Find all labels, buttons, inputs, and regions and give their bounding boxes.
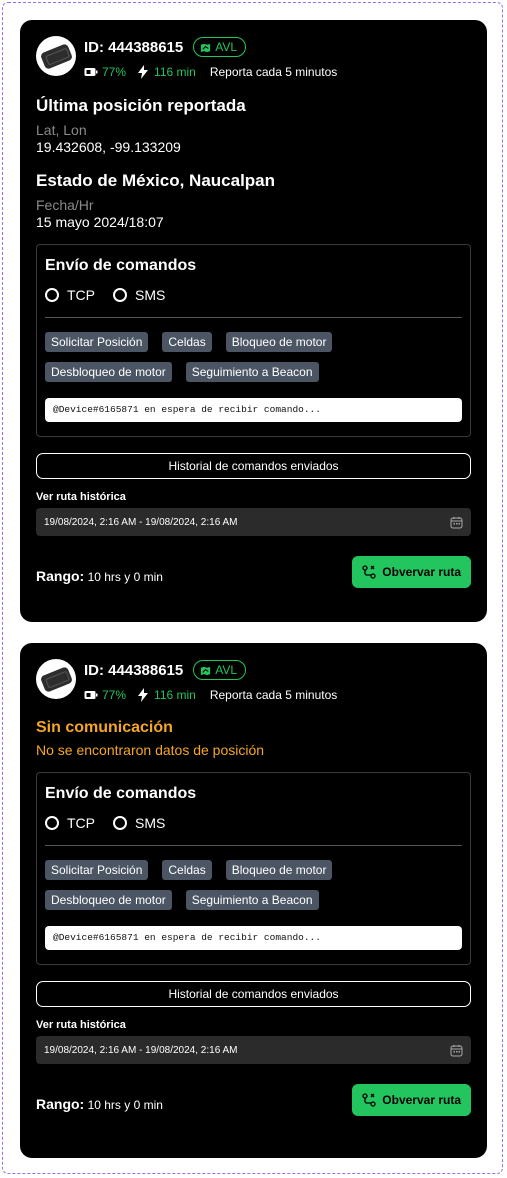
radio-sms[interactable]: SMS: [113, 287, 165, 303]
command-status: @Device#6165871 en espera de recibir com…: [45, 926, 462, 950]
duration: 116 min: [154, 65, 196, 79]
command-chips: Solicitar Posición Celdas Bloqueo de mot…: [45, 860, 462, 910]
chip-desbloqueo-motor[interactable]: Desbloqueo de motor: [45, 890, 172, 910]
commands-panel: Envío de comandos TCP SMS Solicitar Posi…: [36, 772, 471, 965]
route-label: Ver ruta histórica: [36, 491, 126, 503]
datetime-label: Fecha/Hr: [36, 197, 94, 213]
command-status: @Device#6165871 en espera de recibir com…: [45, 398, 462, 422]
chip-seguimiento-beacon[interactable]: Seguimiento a Beacon: [185, 362, 319, 382]
route-icon: [362, 1093, 376, 1107]
commands-title: Envío de comandos: [45, 785, 197, 802]
date-range-input[interactable]: 19/08/2024, 2:16 AM - 19/08/2024, 2:16 A…: [36, 508, 471, 536]
chip-bloqueo-motor[interactable]: Bloqueo de motor: [225, 860, 333, 880]
battery-icon: [84, 691, 98, 699]
latlon-value: 19.432608, -99.133209: [36, 139, 181, 155]
no-communication-title: Sin comunicación: [36, 719, 173, 736]
map-icon: [201, 666, 211, 675]
date-range-input[interactable]: 19/08/2024, 2:16 AM - 19/08/2024, 2:16 A…: [36, 1036, 471, 1064]
report-interval: Reporta cada 5 minutos: [209, 688, 338, 702]
route-icon: [362, 565, 376, 579]
commands-panel: Envío de comandos TCP SMS Solicitar Posi…: [36, 244, 471, 437]
datetime-value: 15 mayo 2024/18:07: [36, 214, 164, 230]
position-title: Última posición reportada: [36, 96, 246, 115]
device-avatar: [36, 659, 76, 699]
device-header: ID: 444388615 AVL 77% 116 min Reporta ca…: [36, 659, 471, 705]
chip-desbloqueo-motor[interactable]: Desbloqueo de motor: [45, 362, 172, 382]
chip-celdas[interactable]: Celdas: [162, 332, 212, 352]
battery-icon: [84, 68, 98, 76]
chip-bloqueo-motor[interactable]: Bloqueo de motor: [225, 332, 333, 352]
device-header: ID: 444388615 AVL 77% 116 min Reporta ca…: [36, 36, 471, 82]
device-card: ID: 444388615 AVL 77% 116 min Reporta ca…: [20, 643, 487, 1158]
divider: [45, 317, 462, 318]
battery-level: 77%: [102, 65, 127, 79]
device-id: ID: 444388615: [84, 661, 184, 679]
chip-seguimiento-beacon[interactable]: Seguimiento a Beacon: [185, 890, 319, 910]
chip-celdas[interactable]: Celdas: [162, 860, 212, 880]
bolt-icon: [138, 688, 149, 702]
route-label: Ver ruta histórica: [36, 1019, 126, 1031]
chip-solicitar-posicion[interactable]: Solicitar Posición: [45, 860, 149, 880]
range-text: Rango: 10 hrs y 0 min: [36, 1096, 163, 1112]
divider: [45, 845, 462, 846]
command-chips: Solicitar Posición Celdas Bloqueo de mot…: [45, 332, 462, 382]
report-interval: Reporta cada 5 minutos: [209, 65, 338, 79]
calendar-icon[interactable]: [450, 516, 463, 529]
observe-route-button[interactable]: Obvervar ruta: [352, 556, 471, 588]
no-communication-subtitle: No se encontraron datos de posición: [36, 742, 265, 758]
map-icon: [201, 43, 211, 52]
device-avatar: [36, 36, 76, 76]
range-text: Rango: 10 hrs y 0 min: [36, 568, 163, 584]
calendar-icon[interactable]: [450, 1044, 463, 1057]
chip-solicitar-posicion[interactable]: Solicitar Posición: [45, 332, 149, 352]
history-button[interactable]: Historial de comandos enviados: [36, 981, 471, 1007]
battery-level: 77%: [102, 688, 127, 702]
duration: 116 min: [154, 688, 196, 702]
location-name: Estado de México, Naucalpan: [36, 171, 276, 190]
device-card: ID: 444388615 AVL 77% 116 min Reporta ca…: [20, 20, 487, 622]
radio-sms[interactable]: SMS: [113, 815, 165, 831]
avl-badge: AVL: [193, 660, 247, 680]
avl-badge: AVL: [193, 37, 247, 57]
observe-route-button[interactable]: Obvervar ruta: [352, 1084, 471, 1116]
radio-tcp[interactable]: TCP: [45, 287, 95, 303]
history-button[interactable]: Historial de comandos enviados: [36, 453, 471, 479]
device-id: ID: 444388615: [84, 38, 184, 56]
radio-tcp[interactable]: TCP: [45, 815, 95, 831]
commands-title: Envío de comandos: [45, 257, 197, 274]
bolt-icon: [138, 65, 149, 79]
latlon-label: Lat, Lon: [36, 122, 87, 138]
